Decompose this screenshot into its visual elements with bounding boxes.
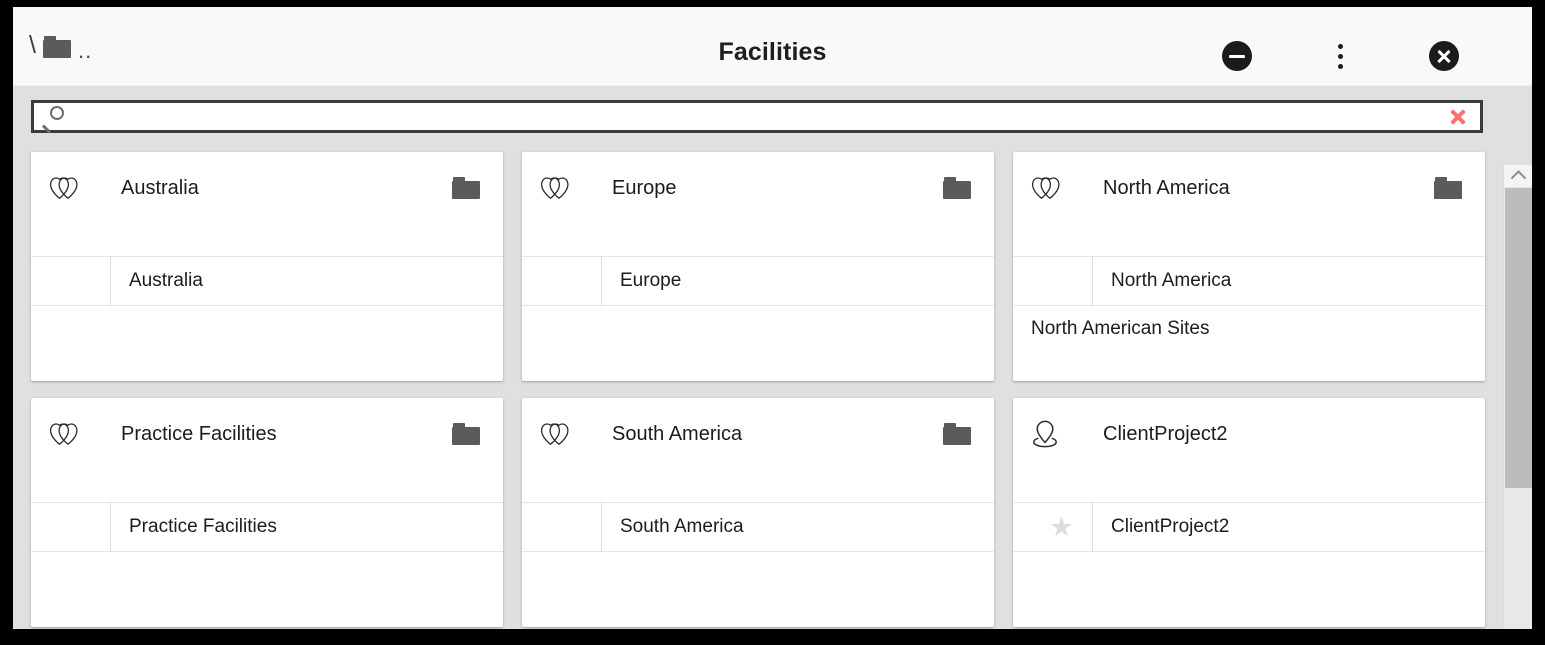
- facility-card[interactable]: ClientProject2 ★ ClientProject2: [1013, 398, 1485, 627]
- card-row[interactable]: South America: [522, 502, 994, 552]
- card-row-label: ClientProject2: [1093, 516, 1465, 538]
- minimize-button[interactable]: [1216, 35, 1258, 77]
- card-title: Practice Facilities: [93, 423, 449, 446]
- folder-icon[interactable]: [943, 423, 971, 445]
- card-open-folder-button[interactable]: [1431, 177, 1465, 199]
- search-row: [13, 86, 1503, 152]
- card-row-label: Europe: [602, 270, 974, 292]
- card-subtext: North American Sites: [1013, 306, 1485, 340]
- card-rows: Australia: [31, 256, 503, 306]
- card-header: South America: [522, 398, 994, 470]
- scrollbar-thumb[interactable]: [1505, 188, 1532, 488]
- card-row-icon: [49, 503, 111, 551]
- facility-card[interactable]: South America South America: [522, 398, 994, 627]
- folder-icon[interactable]: [1434, 177, 1462, 199]
- card-header-icon: [1031, 419, 1075, 449]
- card-row[interactable]: Europe: [522, 256, 994, 306]
- card-row-label: Practice Facilities: [111, 516, 483, 538]
- clear-search-button[interactable]: [1436, 103, 1480, 130]
- search-icon: [34, 103, 72, 130]
- card-header-icon: [540, 421, 584, 447]
- card-header: Europe: [522, 152, 994, 224]
- facility-card[interactable]: Australia Australia: [31, 152, 503, 381]
- facility-card[interactable]: Practice Facilities Practice Facilities: [31, 398, 503, 627]
- card-open-folder-button[interactable]: [449, 177, 483, 199]
- search-input[interactable]: [72, 103, 1436, 130]
- minus-circle-icon: [1222, 41, 1252, 71]
- folder-icon[interactable]: [452, 177, 480, 199]
- card-row-icon: [49, 257, 111, 305]
- scroll-up-button[interactable]: [1504, 165, 1532, 187]
- card-title: South America: [584, 423, 940, 446]
- hearts-icon: [1031, 175, 1061, 201]
- hearts-icon: [49, 421, 79, 447]
- card-header: ClientProject2: [1013, 398, 1485, 470]
- card-row[interactable]: Australia: [31, 256, 503, 306]
- card-row-icon: [540, 257, 602, 305]
- card-open-folder-button[interactable]: [940, 177, 974, 199]
- more-options-button[interactable]: [1319, 35, 1361, 77]
- card-header-icon: [49, 421, 93, 447]
- card-header-icon: [540, 175, 584, 201]
- card-header: North America: [1013, 152, 1485, 224]
- card-header-icon: [1031, 175, 1075, 201]
- card-row-icon: [1031, 257, 1093, 305]
- close-button[interactable]: [1423, 35, 1465, 77]
- chevron-up-icon: [1510, 170, 1526, 186]
- card-title: Europe: [584, 177, 940, 200]
- card-rows: South America: [522, 502, 994, 552]
- card-row-label: South America: [602, 516, 974, 538]
- card-row[interactable]: Practice Facilities: [31, 502, 503, 552]
- hearts-icon: [540, 421, 570, 447]
- card-row-icon: [540, 503, 602, 551]
- star-icon: ★: [1049, 514, 1073, 541]
- search-box[interactable]: [31, 100, 1483, 133]
- vertical-scrollbar[interactable]: [1503, 165, 1532, 629]
- folder-icon[interactable]: [452, 423, 480, 445]
- app-window: \ .. Facilities: [13, 7, 1532, 629]
- hearts-icon: [540, 175, 570, 201]
- card-title: Australia: [93, 177, 449, 200]
- card-rows: ★ ClientProject2: [1013, 502, 1485, 552]
- facility-card[interactable]: North America North America North American…: [1013, 152, 1485, 381]
- kebab-menu-icon: [1338, 44, 1343, 69]
- hearts-icon: [49, 175, 79, 201]
- card-row-icon: ★: [1031, 503, 1093, 551]
- folder-icon[interactable]: [943, 177, 971, 199]
- card-rows: Europe: [522, 256, 994, 306]
- card-header: Practice Facilities: [31, 398, 503, 470]
- card-open-folder-button[interactable]: [449, 423, 483, 445]
- card-grid: Australia Australia Europe Europe North Amer…: [13, 152, 1503, 629]
- card-row[interactable]: ★ ClientProject2: [1013, 502, 1485, 552]
- card-row[interactable]: North America: [1013, 256, 1485, 306]
- page-title: Facilities: [13, 38, 1532, 67]
- content-area: Australia Australia Europe Europe North Amer…: [13, 86, 1532, 629]
- card-row-label: North America: [1093, 270, 1465, 292]
- card-open-folder-button[interactable]: [940, 423, 974, 445]
- close-icon: [1449, 108, 1467, 126]
- card-rows: Practice Facilities: [31, 502, 503, 552]
- map-pin-icon: [1031, 419, 1059, 449]
- facility-card[interactable]: Europe Europe: [522, 152, 994, 381]
- card-title: North America: [1075, 177, 1431, 200]
- card-header: Australia: [31, 152, 503, 224]
- card-row-label: Australia: [111, 270, 483, 292]
- card-title: ClientProject2: [1075, 423, 1431, 446]
- card-rows: North America North American Sites: [1013, 256, 1485, 340]
- card-header-icon: [49, 175, 93, 201]
- close-circle-icon: [1429, 41, 1459, 71]
- title-bar: \ .. Facilities: [13, 7, 1532, 86]
